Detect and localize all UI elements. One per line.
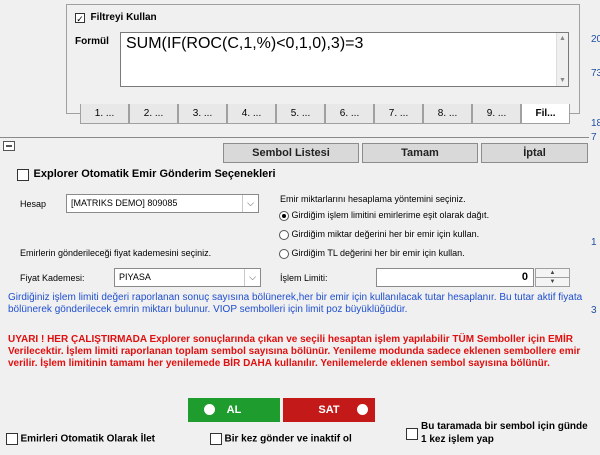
account-select[interactable]: [MATRIKS DEMO] 809085 ⌵ bbox=[66, 194, 259, 213]
price-prompt: Emirlerin gönderileceği fiyat kademesini… bbox=[20, 248, 212, 258]
edge-number: 73 bbox=[591, 68, 600, 79]
spin-down-icon[interactable]: ▼ bbox=[536, 278, 569, 286]
formula-editor[interactable]: SUM(IF(ROC(C,1,%)<0,1,0),3)=3 ▲ ▼ bbox=[120, 32, 569, 87]
edge-number: 18 bbox=[591, 118, 600, 129]
spin-up-icon[interactable]: ▲ bbox=[536, 269, 569, 278]
sell-label: SAT bbox=[318, 404, 340, 416]
tab-2[interactable]: 2. ... bbox=[129, 104, 178, 124]
trade-limit-label: İşlem Limiti: bbox=[280, 273, 328, 283]
chevron-down-icon[interactable]: ⌵ bbox=[242, 195, 258, 212]
once-per-day-label: Bu taramada bir sembol için günde 1 kez … bbox=[421, 421, 588, 445]
trade-limit-spinner[interactable]: ▲ ▼ bbox=[535, 268, 570, 287]
sell-indicator-icon bbox=[357, 404, 368, 415]
info-text: Girdiğiniz işlem limiti değeri raporlana… bbox=[8, 292, 583, 315]
buy-indicator-icon bbox=[204, 404, 215, 415]
explorer-enable-checkbox[interactable] bbox=[17, 168, 29, 181]
method-label: Girdiğim işlem limitini emirlerime eşit … bbox=[291, 210, 490, 220]
once-per-day-checkbox-wrap[interactable] bbox=[406, 428, 422, 440]
send-once-checkbox[interactable] bbox=[210, 433, 222, 445]
formula-scrollbar[interactable]: ▲ ▼ bbox=[556, 33, 568, 86]
method-label: Girdiğim TL değerini her bir emir için k… bbox=[291, 248, 465, 258]
formula-text[interactable]: SUM(IF(ROC(C,1,%)<0,1,0),3)=3 bbox=[126, 35, 363, 53]
radio-tl[interactable] bbox=[279, 248, 289, 259]
use-filter-checkbox[interactable]: ✓ bbox=[75, 12, 85, 24]
price-level-select[interactable]: PIYASA ⌵ bbox=[114, 268, 261, 287]
method-option-equal[interactable]: Girdiğim işlem limitini emirlerime eşit … bbox=[279, 210, 489, 221]
method-label: Girdiğim miktar değerini her bir emir iç… bbox=[291, 229, 480, 239]
explorer-title-row[interactable]: Explorer Otomatik Emir Gönderim Seçenekl… bbox=[17, 168, 276, 181]
warning-text: UYARI ! HER ÇALIŞTIRMADA Explorer sonuçl… bbox=[8, 334, 581, 369]
send-once-row[interactable]: Bir kez gönder ve inaktif ol bbox=[210, 433, 352, 445]
price-level-value: PIYASA bbox=[119, 272, 151, 282]
method-option-tl[interactable]: Girdiğim TL değerini her bir emir için k… bbox=[279, 248, 465, 259]
collapse-icon[interactable] bbox=[3, 141, 15, 151]
sell-button[interactable]: SAT bbox=[283, 398, 375, 422]
tab-6[interactable]: 6. ... bbox=[325, 104, 374, 124]
use-filter-label: Filtreyi Kullan bbox=[90, 12, 157, 23]
edge-number: 7 bbox=[591, 132, 597, 143]
explorer-title: Explorer Otomatik Emir Gönderim Seçenekl… bbox=[33, 168, 276, 180]
method-option-quantity[interactable]: Girdiğim miktar değerini her bir emir iç… bbox=[279, 229, 479, 240]
tab-fil[interactable]: Fil... bbox=[521, 104, 570, 124]
trade-limit-input[interactable]: 0 bbox=[376, 268, 534, 287]
ok-button[interactable]: Tamam bbox=[362, 143, 478, 163]
tab-3[interactable]: 3. ... bbox=[178, 104, 227, 124]
edge-number: 3 bbox=[591, 305, 597, 316]
tab-7[interactable]: 7. ... bbox=[374, 104, 423, 124]
price-level-label: Fiyat Kademesi: bbox=[20, 273, 85, 283]
tab-1[interactable]: 1. ... bbox=[80, 104, 129, 124]
cancel-button[interactable]: İptal bbox=[481, 143, 588, 163]
auto-send-row[interactable]: Emirleri Otomatik Olarak İlet bbox=[6, 433, 155, 445]
buy-button[interactable]: AL bbox=[188, 398, 280, 422]
tab-8[interactable]: 8. ... bbox=[423, 104, 472, 124]
account-label: Hesap bbox=[20, 199, 47, 209]
edge-number: 1 bbox=[591, 237, 597, 248]
scroll-down-icon[interactable]: ▼ bbox=[559, 77, 566, 84]
chevron-down-icon[interactable]: ⌵ bbox=[244, 269, 260, 286]
tab-9[interactable]: 9. ... bbox=[472, 104, 521, 124]
once-per-day-checkbox[interactable] bbox=[406, 428, 418, 440]
buy-label: AL bbox=[226, 404, 242, 416]
scroll-up-icon[interactable]: ▲ bbox=[559, 35, 566, 42]
symbol-list-button[interactable]: Sembol Listesi bbox=[223, 143, 359, 163]
radio-equal[interactable] bbox=[279, 210, 289, 221]
auto-send-label: Emirleri Otomatik Olarak İlet bbox=[20, 433, 156, 445]
edge-number: 20 bbox=[591, 34, 600, 45]
auto-send-checkbox[interactable] bbox=[6, 433, 18, 445]
send-once-label: Bir kez gönder ve inaktif ol bbox=[224, 433, 352, 445]
tab-5[interactable]: 5. ... bbox=[276, 104, 325, 124]
tab-4[interactable]: 4. ... bbox=[227, 104, 276, 124]
account-value: [MATRIKS DEMO] 809085 bbox=[71, 198, 178, 208]
use-filter-row[interactable]: ✓ Filtreyi Kullan bbox=[75, 12, 157, 24]
trade-limit-value[interactable]: 0 bbox=[522, 271, 528, 283]
method-prompt: Emir miktarlarını hesaplama yöntemini se… bbox=[280, 194, 466, 204]
radio-quantity[interactable] bbox=[279, 229, 289, 240]
formula-label: Formül bbox=[75, 36, 109, 47]
